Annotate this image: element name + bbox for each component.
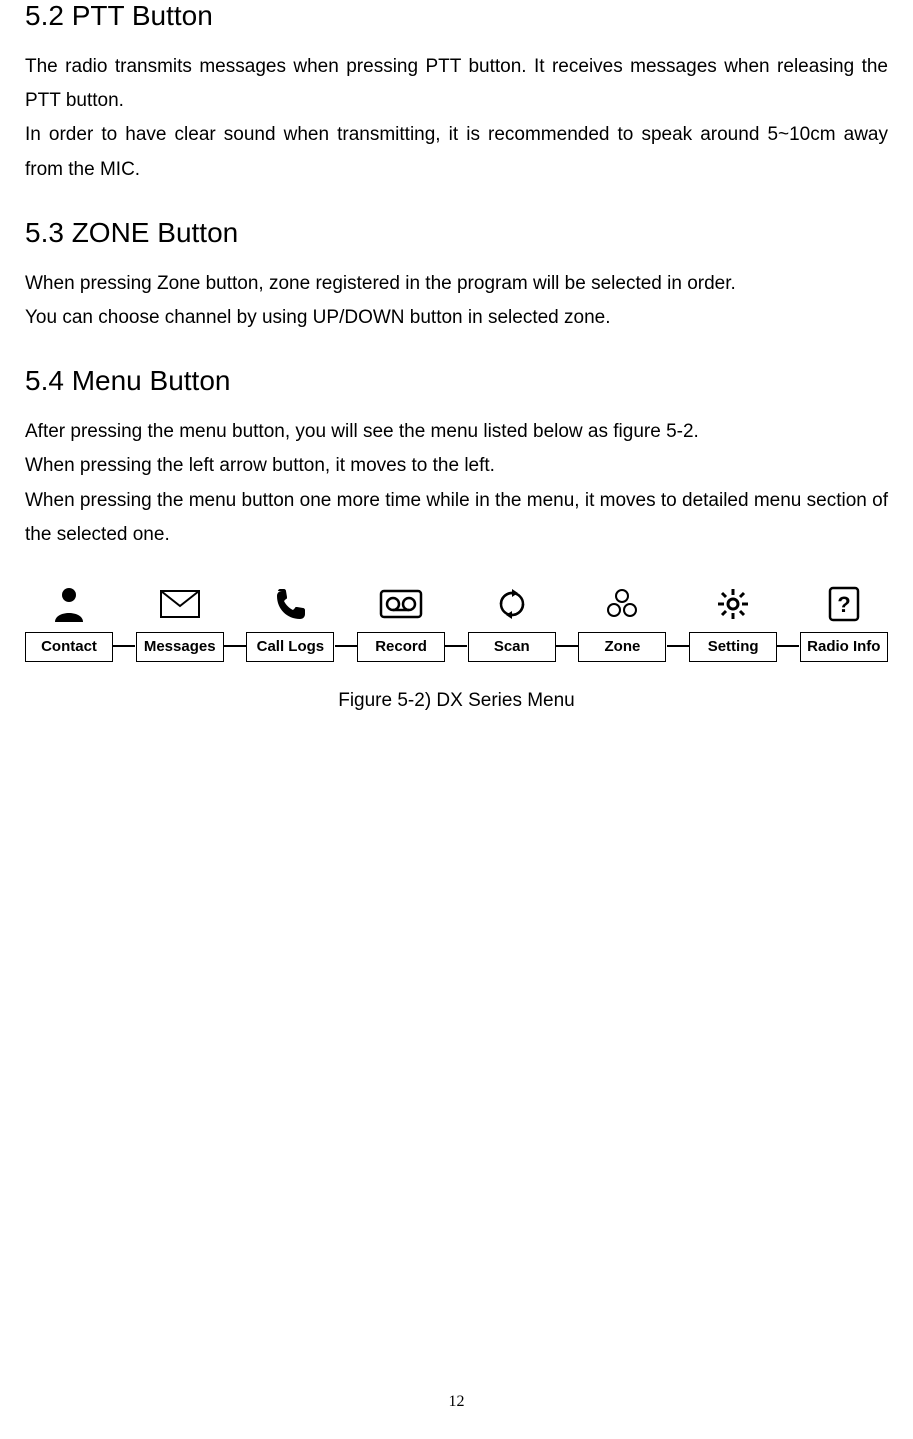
section-heading-5-4: 5.4 Menu Button xyxy=(25,365,888,397)
menu-label: Setting xyxy=(689,632,777,662)
page-number: 12 xyxy=(0,1393,913,1411)
gear-icon xyxy=(716,582,750,626)
envelope-icon xyxy=(160,582,200,626)
section-heading-5-2: 5.2 PTT Button xyxy=(25,0,888,32)
connector xyxy=(335,645,357,647)
connector xyxy=(445,645,467,647)
menu-label: Radio Info xyxy=(800,632,888,662)
menu-label: Messages xyxy=(136,632,224,662)
phone-icon xyxy=(274,582,306,626)
section-heading-5-3: 5.3 ZONE Button xyxy=(25,217,888,249)
body-paragraph: After pressing the menu button, you will… xyxy=(25,415,888,552)
menu-label: Zone xyxy=(578,632,666,662)
menu-label: Call Logs xyxy=(246,632,334,662)
connector xyxy=(667,645,689,647)
menu-item-contact: Contact xyxy=(25,582,113,662)
menu-diagram: Contact Messages Call Logs Record Scan Z xyxy=(25,582,888,662)
menu-item-record: Record xyxy=(357,582,445,662)
menu-label: Record xyxy=(357,632,445,662)
connector xyxy=(224,645,246,647)
menu-item-messages: Messages xyxy=(136,582,224,662)
menu-item-setting: Setting xyxy=(689,582,777,662)
refresh-icon xyxy=(495,582,529,626)
connector xyxy=(113,645,135,647)
question-icon: ? xyxy=(828,582,860,626)
tape-icon xyxy=(379,582,423,626)
menu-item-zone: Zone xyxy=(578,582,666,662)
circles-icon xyxy=(605,582,639,626)
menu-item-call-logs: Call Logs xyxy=(246,582,334,662)
svg-text:?: ? xyxy=(837,592,850,617)
menu-label: Scan xyxy=(468,632,556,662)
section-body-5-2: The radio transmits messages when pressi… xyxy=(25,50,888,187)
menu-label: Contact xyxy=(25,632,113,662)
section-body-5-4: After pressing the menu button, you will… xyxy=(25,415,888,552)
connector xyxy=(777,645,799,647)
menu-item-scan: Scan xyxy=(468,582,556,662)
body-paragraph: When pressing Zone button, zone register… xyxy=(25,267,888,335)
menu-item-radio-info: ? Radio Info xyxy=(800,582,888,662)
section-body-5-3: When pressing Zone button, zone register… xyxy=(25,267,888,335)
body-paragraph: The radio transmits messages when pressi… xyxy=(25,50,888,187)
figure-caption: Figure 5-2) DX Series Menu xyxy=(25,690,888,712)
contact-icon xyxy=(52,582,86,626)
connector xyxy=(556,645,578,647)
